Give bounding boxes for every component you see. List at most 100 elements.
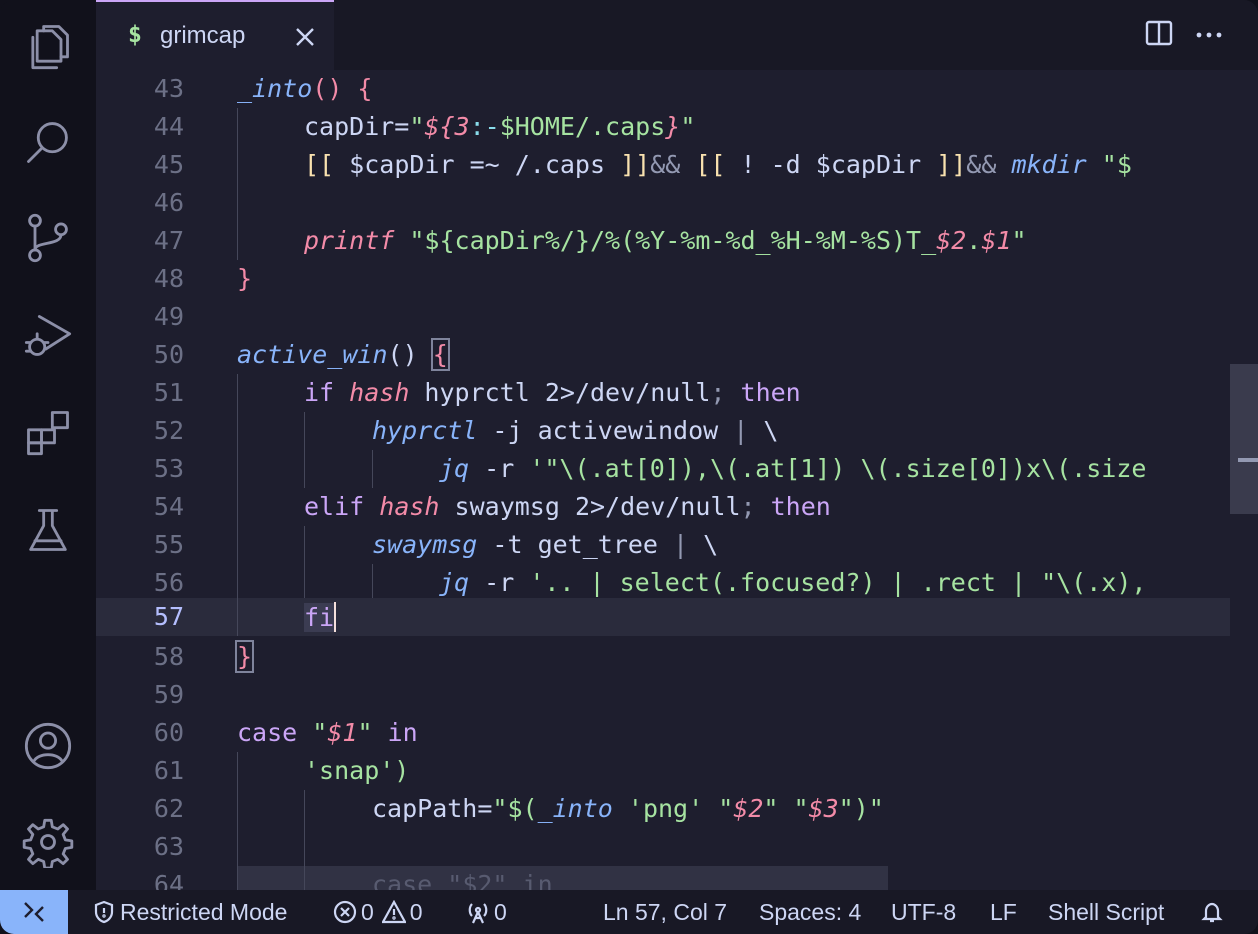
accounts-button[interactable] xyxy=(18,716,78,776)
split-editor-button[interactable] xyxy=(1144,18,1178,52)
restricted-mode-label: Restricted Mode xyxy=(120,898,288,925)
explorer-button[interactable] xyxy=(18,16,78,76)
code-line: 56 jq -r '.. | select(.focused?) | .rect… xyxy=(96,564,1230,602)
line-code: capPath="$(_into 'png' "$2" "$3")" xyxy=(372,794,884,823)
code-line: 58 } xyxy=(96,638,1230,676)
vscode-window: $ grimcap 43 _into() { 44 capDir="${3:-$… xyxy=(0,0,1258,934)
close-icon xyxy=(296,28,314,46)
code-line: 54 elif hash swaymsg 2>/dev/null; then xyxy=(96,488,1230,526)
cursor-scroll-marker xyxy=(1238,458,1258,462)
language-mode-button[interactable]: Shell Script xyxy=(1048,890,1164,934)
line-code: fi xyxy=(304,602,337,632)
ports-icon xyxy=(468,903,488,924)
source-control-button[interactable] xyxy=(18,208,78,268)
code-line: 46 xyxy=(96,184,1230,222)
line-number: 52 xyxy=(153,416,184,445)
line-number: 47 xyxy=(153,226,184,255)
line-number: 61 xyxy=(153,756,184,785)
line-number: 50 xyxy=(153,340,184,369)
line-code: } xyxy=(237,264,253,293)
warning-count: 0 xyxy=(409,898,423,925)
code-line: 62 capPath="$(_into 'png' "$2" "$3")" xyxy=(96,790,1230,828)
line-number: 51 xyxy=(153,378,184,407)
code-line: 44 capDir="${3:-$HOME/.caps}" xyxy=(96,108,1230,146)
error-count: 0 xyxy=(361,898,374,925)
encoding-button[interactable]: UTF-8 xyxy=(891,890,956,934)
ports-button[interactable]: 0 xyxy=(466,890,507,934)
tab-close-button[interactable] xyxy=(294,26,316,48)
line-number: 48 xyxy=(153,264,184,293)
extensions-button[interactable] xyxy=(18,402,78,462)
testing-icon xyxy=(29,509,67,551)
source-control-icon xyxy=(28,213,68,263)
code-line: 59 xyxy=(96,676,1230,714)
code-line: 55 swaymsg -t get_tree | \ xyxy=(96,526,1230,564)
shield-icon xyxy=(94,900,114,924)
ports-count: 0 xyxy=(494,898,507,925)
line-number: 57 xyxy=(153,602,184,631)
line-number: 64 xyxy=(153,870,184,890)
more-actions-button[interactable] xyxy=(1194,18,1228,52)
bell-icon xyxy=(1201,902,1223,923)
code-line: 51 if hash hyprctl 2>/dev/null; then xyxy=(96,374,1230,412)
line-number: 49 xyxy=(153,302,184,331)
line-code: [[ $capDir =~ /.caps ]]&& [[ ! -d $capDi… xyxy=(304,150,1132,179)
line-number: 43 xyxy=(153,74,184,103)
code-line: 61 'snap') xyxy=(96,752,1230,790)
problems-button[interactable]: 0 0 xyxy=(333,890,423,934)
remote-indicator-button[interactable] xyxy=(0,890,68,934)
more-actions-icon xyxy=(1196,32,1222,38)
tab-grimcap[interactable]: $ grimcap xyxy=(96,0,334,70)
line-number: 58 xyxy=(153,642,184,671)
search-icon xyxy=(27,122,68,163)
account-icon xyxy=(24,722,72,770)
error-icon xyxy=(333,900,357,924)
notifications-button[interactable] xyxy=(1200,890,1228,934)
text-cursor xyxy=(334,602,337,632)
tab-label: grimcap xyxy=(160,22,246,49)
line-number: 46 xyxy=(153,188,184,217)
restricted-mode-button[interactable]: Restricted Mode xyxy=(92,890,287,934)
line-number: 56 xyxy=(153,568,184,597)
search-button[interactable] xyxy=(18,112,78,172)
run-debug-button[interactable] xyxy=(18,306,78,366)
line-number: 63 xyxy=(153,832,184,861)
line-number: 44 xyxy=(153,112,184,141)
code-line: 50 active_win() { xyxy=(96,336,1230,374)
code-editor[interactable]: 43 _into() { 44 capDir="${3:-$HOME/.caps… xyxy=(96,70,1258,890)
line-number: 54 xyxy=(153,492,184,521)
line-code: if hash hyprctl 2>/dev/null; then xyxy=(304,378,801,407)
line-code: hyprctl -j activewindow | \ xyxy=(372,416,779,445)
line-code: printf "${capDir%/}/%(%Y-%m-%d_%H-%M-%S)… xyxy=(304,226,1027,255)
shell-file-icon: $ xyxy=(128,22,142,48)
line-code: swaymsg -t get_tree | \ xyxy=(372,530,719,559)
code-line: 45 [[ $capDir =~ /.caps ]]&& [[ ! -d $ca… xyxy=(96,146,1230,184)
split-editor-icon xyxy=(1145,20,1173,46)
code-line: 48 } xyxy=(96,260,1230,298)
line-code: active_win() { xyxy=(237,338,450,371)
indentation-button[interactable]: Spaces: 4 xyxy=(759,890,861,934)
code-line: 63 xyxy=(96,828,1230,866)
vertical-scrollbar-thumb[interactable] xyxy=(1230,364,1258,514)
line-number: 60 xyxy=(153,718,184,747)
line-number: 45 xyxy=(153,150,184,179)
line-code: } xyxy=(234,640,255,673)
settings-gear-icon xyxy=(22,818,74,868)
line-code: jq -r '"\(.at[0]),\(.at[1]) \(.size[0])x… xyxy=(439,454,1147,483)
testing-button[interactable] xyxy=(18,500,78,560)
line-code: elif hash swaymsg 2>/dev/null; then xyxy=(304,492,831,521)
eol-button[interactable]: LF xyxy=(990,890,1017,934)
line-code: _into() { xyxy=(237,74,373,103)
line-number: 62 xyxy=(153,794,184,823)
extensions-icon xyxy=(27,411,69,456)
status-bar: Restricted Mode 0 0 0 Ln 57, Col 7 Space… xyxy=(0,890,1258,934)
code-line: 52 hyprctl -j activewindow | \ xyxy=(96,412,1230,450)
code-line: 47 printf "${capDir%/}/%(%Y-%m-%d_%H-%M-… xyxy=(96,222,1230,260)
line-code: case "$2" in xyxy=(372,870,553,890)
run-debug-icon xyxy=(24,315,72,356)
code-line: 64 case "$2" in xyxy=(96,866,1230,890)
activity-bar xyxy=(0,0,96,890)
line-number: 53 xyxy=(153,454,184,483)
manage-button[interactable] xyxy=(18,812,78,872)
cursor-position[interactable]: Ln 57, Col 7 xyxy=(603,890,727,934)
